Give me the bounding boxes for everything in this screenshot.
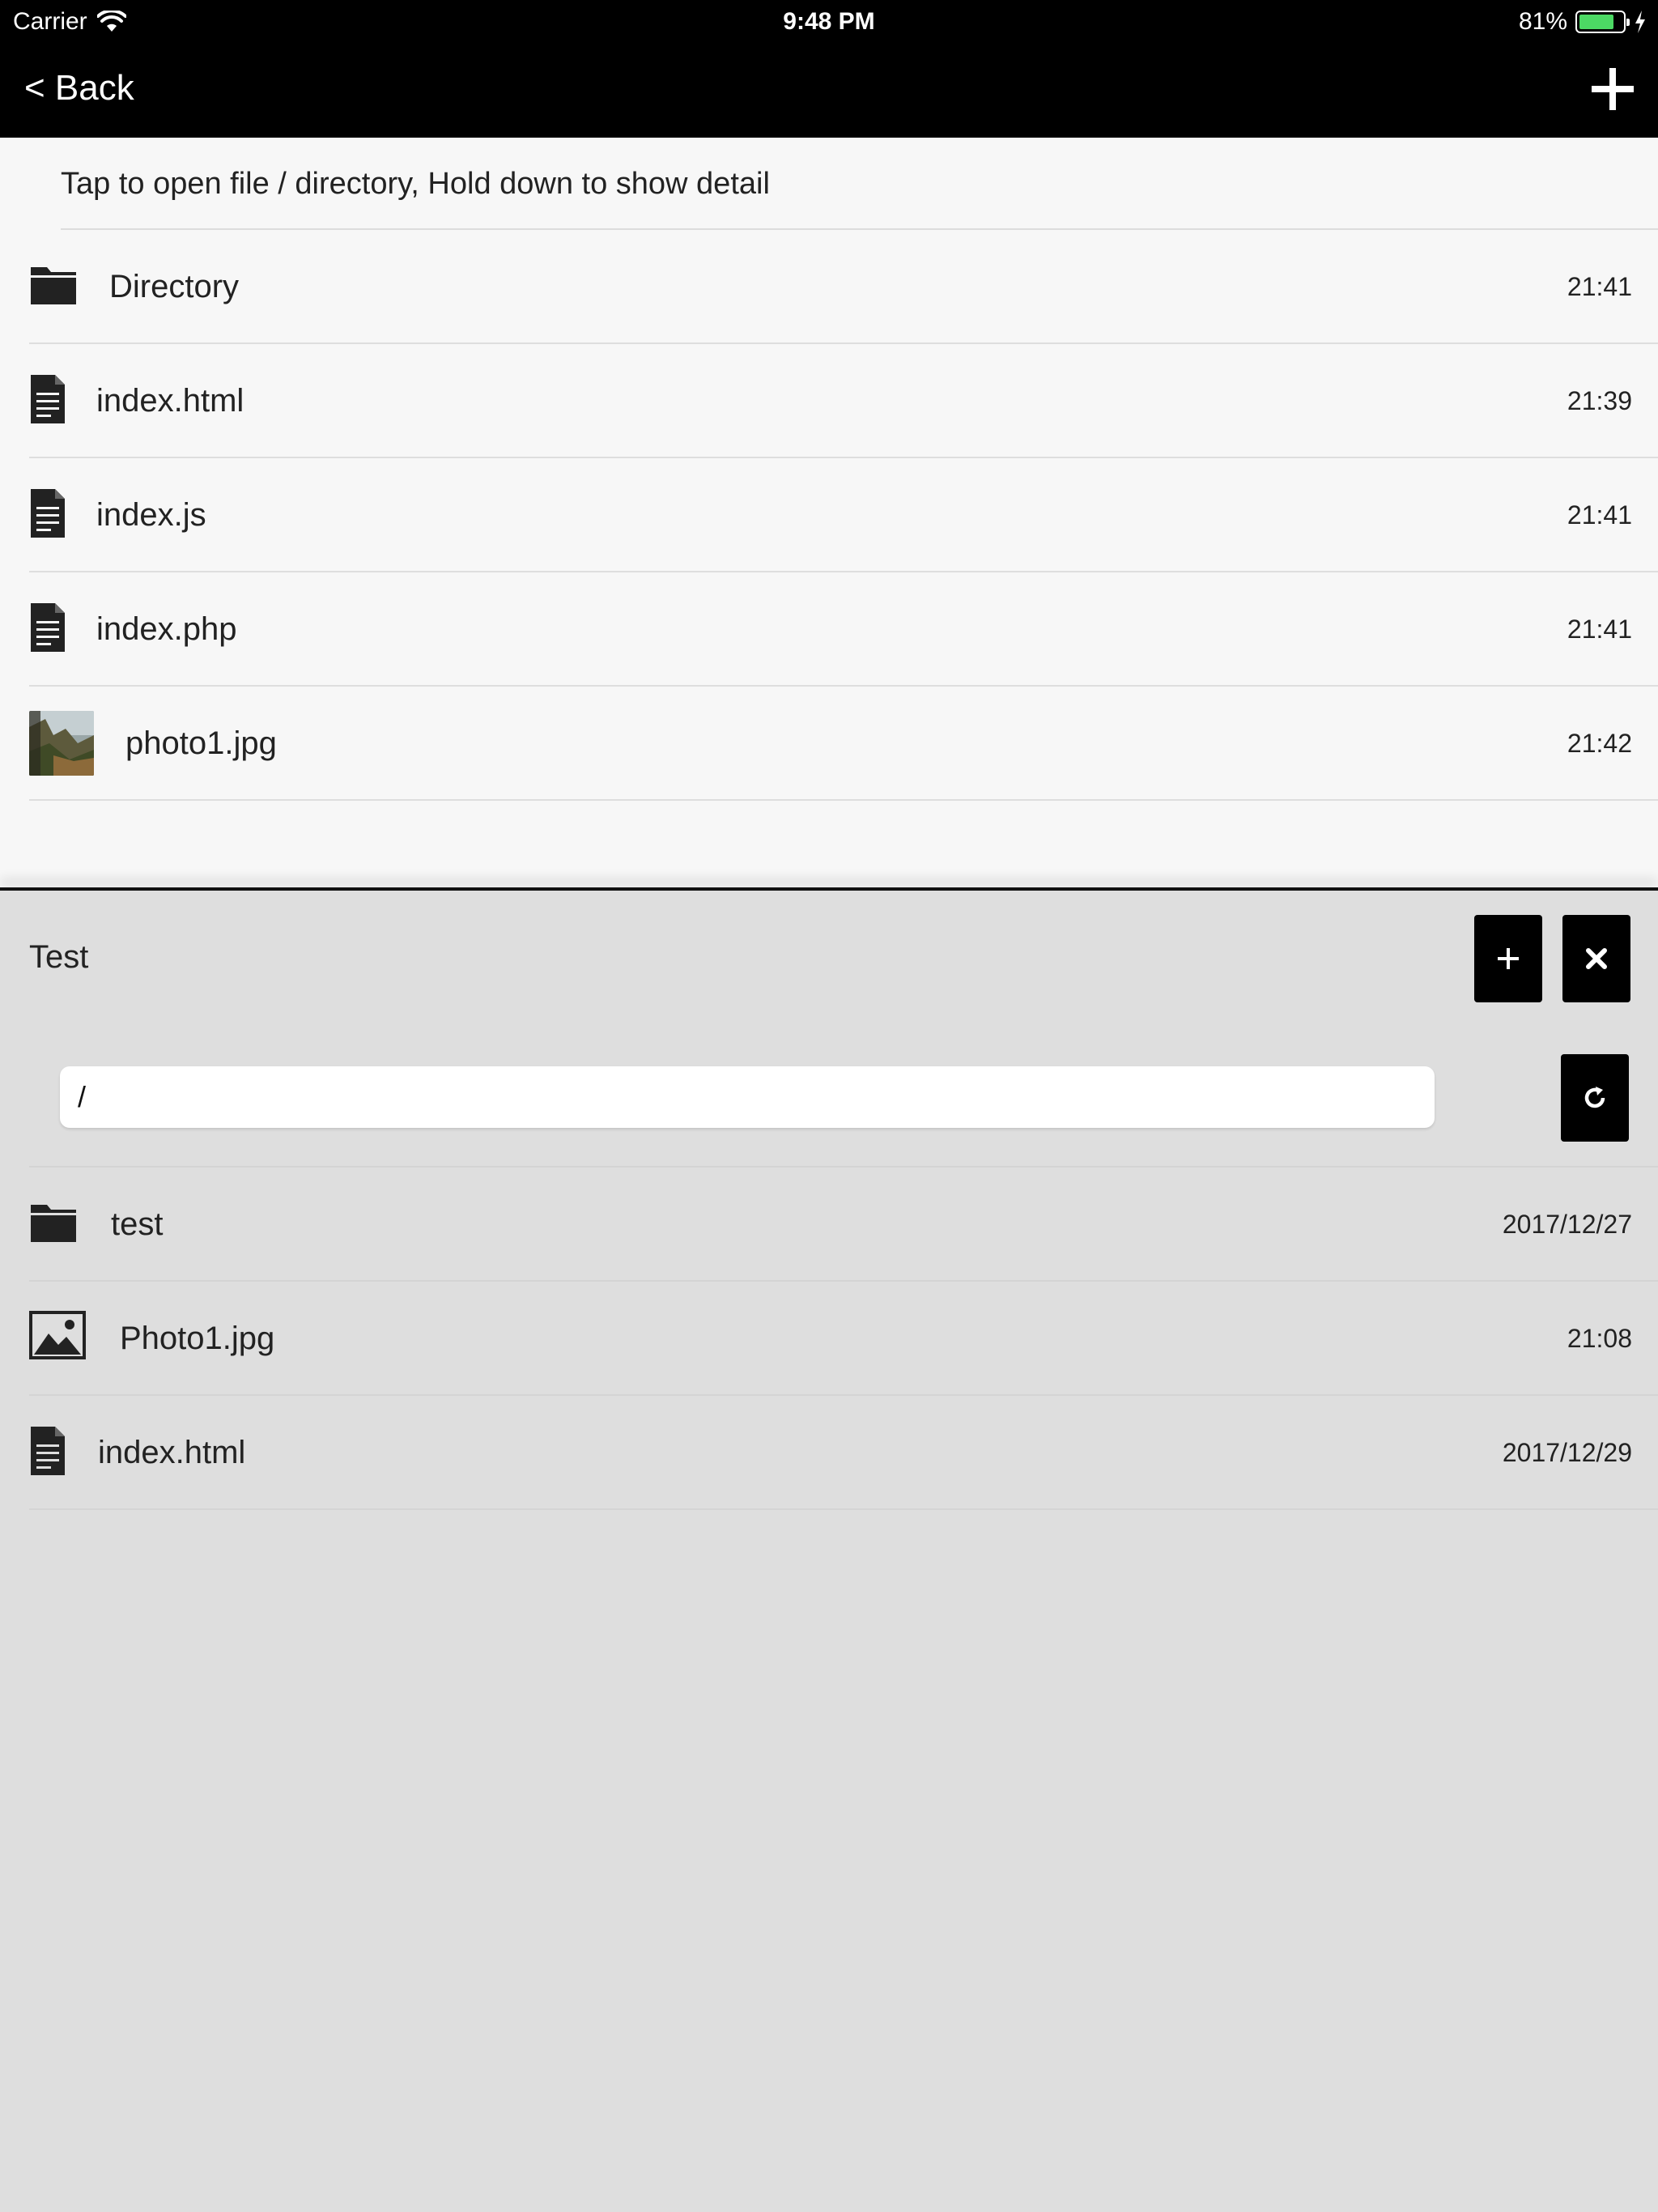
- item-time: 21:39: [1567, 386, 1632, 415]
- image-icon: [29, 1311, 86, 1359]
- navigation-bar: < Back: [0, 45, 1658, 138]
- file-icon: [31, 375, 65, 423]
- list-item[interactable]: index.js 21:41: [29, 458, 1658, 572]
- remote-file-list: test 2017/12/27 Photo1.jpg 21:08 index.h…: [0, 1168, 1658, 1510]
- list-item[interactable]: photo1.jpg 21:42: [29, 687, 1658, 801]
- file-browser-panel: Tap to open file / directory, Hold down …: [0, 138, 1658, 887]
- list-item[interactable]: Directory 21:41: [29, 230, 1658, 344]
- item-name: index.js: [96, 497, 206, 533]
- back-button[interactable]: < Back: [24, 68, 134, 108]
- item-name: photo1.jpg: [125, 725, 277, 761]
- item-time: 2017/12/29: [1502, 1438, 1632, 1467]
- item-name: index.php: [96, 611, 237, 647]
- close-button[interactable]: [1562, 915, 1630, 1002]
- charging-bolt-icon: [1635, 11, 1645, 33]
- item-time: 21:41: [1567, 272, 1632, 301]
- item-time: 21:42: [1567, 729, 1632, 758]
- hint-text: Tap to open file / directory, Hold down …: [61, 138, 1658, 230]
- item-name: index.html: [96, 383, 244, 419]
- item-time: 21:41: [1567, 500, 1632, 530]
- item-time: 21:41: [1567, 615, 1632, 644]
- photo-thumbnail: [29, 711, 94, 776]
- list-item[interactable]: index.html 21:39: [29, 344, 1658, 458]
- file-icon: [31, 1427, 65, 1475]
- item-name: test: [111, 1206, 164, 1242]
- item-name: Directory: [109, 269, 240, 304]
- refresh-button[interactable]: [1561, 1054, 1629, 1142]
- file-icon: [31, 489, 65, 538]
- refresh-icon: [1584, 1087, 1605, 1108]
- status-bar: Carrier 9:48 PM 81%: [0, 0, 1658, 45]
- panel-title: Test: [29, 939, 89, 975]
- battery-percent: 81%: [1518, 8, 1567, 35]
- path-input[interactable]: [60, 1066, 1435, 1128]
- plus-icon[interactable]: [1588, 65, 1637, 113]
- folder-icon: [31, 267, 76, 304]
- file-list: Directory 21:41 index.html 21:39 index.j…: [0, 230, 1658, 801]
- file-icon: [31, 603, 65, 652]
- battery-indicator: 81%: [1519, 8, 1647, 36]
- remote-browser-panel: Test test 2017/12/27: [0, 891, 1658, 2212]
- battery-icon: [1575, 11, 1630, 33]
- status-time: 9:48 PM: [783, 8, 875, 35]
- item-time: 21:08: [1567, 1324, 1632, 1353]
- list-item[interactable]: index.php 21:41: [29, 572, 1658, 687]
- plus-icon: [1498, 948, 1519, 969]
- list-item[interactable]: index.html 2017/12/29: [29, 1396, 1658, 1510]
- list-item[interactable]: test 2017/12/27: [29, 1168, 1658, 1282]
- item-time: 2017/12/27: [1502, 1210, 1632, 1239]
- item-name: index.html: [98, 1435, 246, 1470]
- close-icon: [1586, 948, 1607, 969]
- add-button[interactable]: [1474, 915, 1542, 1002]
- item-name: Photo1.jpg: [120, 1321, 275, 1356]
- folder-icon: [31, 1205, 76, 1242]
- list-item[interactable]: Photo1.jpg 21:08: [29, 1282, 1658, 1396]
